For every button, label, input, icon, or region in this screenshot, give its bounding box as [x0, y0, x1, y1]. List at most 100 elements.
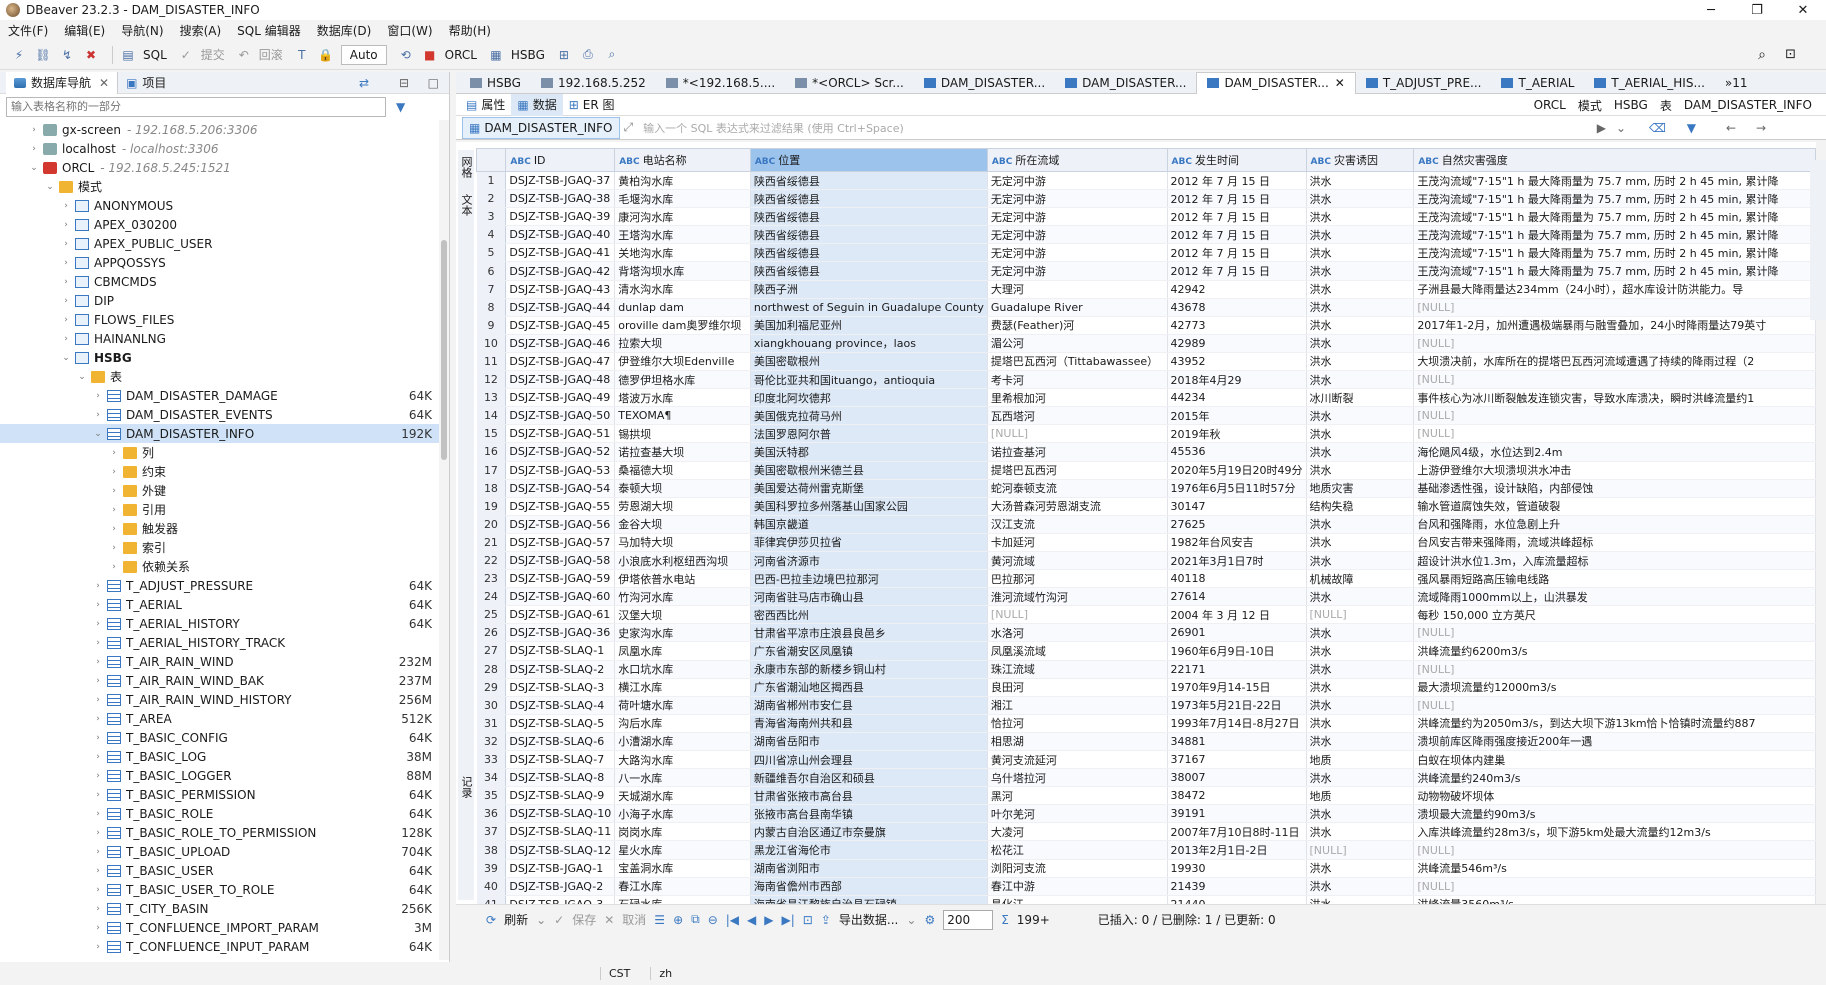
table-cell[interactable]: [NULL]	[1413, 877, 1816, 896]
table-row[interactable]: 8 DSJZ-TSB-JGAQ-44 dunlap dam northwest of …	[476, 298, 1816, 317]
menu-item[interactable]: 编辑(E)	[64, 22, 105, 39]
cancel-button[interactable]: 取消	[622, 911, 646, 928]
tree-node[interactable]: › APEX_030200	[0, 215, 440, 234]
table-cell[interactable]: 上游伊登维尔大坝溃坝洪水冲击	[1413, 461, 1816, 480]
table-cell[interactable]: 白蚁在坝体内建巢	[1413, 750, 1816, 770]
table-cell[interactable]: 无定河中游	[987, 207, 1168, 227]
tree-node[interactable]: › T_AERIAL_HISTORY 64K	[0, 614, 440, 633]
navigator-scrollbar[interactable]	[439, 120, 449, 960]
table-cell[interactable]: 基础渗透性强，设计缺陷，内部侵蚀	[1413, 479, 1816, 498]
expand-arrow-icon[interactable]: ⌄	[92, 429, 104, 439]
expand-arrow-icon[interactable]: ⌄	[76, 372, 88, 382]
table-cell[interactable]: DSJZ-TSB-JGAQ-43	[505, 280, 616, 299]
table-cell[interactable]: Guadalupe River	[987, 298, 1168, 317]
table-cell[interactable]: 新疆维吾尔自治区和硕县	[750, 768, 988, 788]
table-cell[interactable]: 湖南省岳阳市	[750, 732, 988, 752]
tree-node[interactable]: › T_AREA 512K	[0, 709, 440, 728]
tree-node[interactable]: › DAM_DISASTER_DAMAGE 64K	[0, 386, 440, 405]
table-row[interactable]: 12 DSJZ-TSB-JGAQ-48 德罗伊坦格水库 哥伦比亚共和国ituango，…	[476, 370, 1816, 390]
table-cell[interactable]: [NULL]	[1413, 623, 1816, 643]
cancel-connect-icon[interactable]: ✖	[82, 46, 100, 64]
record-view-tab[interactable]: 记录	[458, 776, 474, 798]
row-number[interactable]: 10	[476, 334, 507, 353]
tree-node[interactable]: › T_BASIC_UPLOAD 704K	[0, 842, 440, 861]
table-cell[interactable]: DSJZ-TSB-JGAQ-39	[505, 207, 616, 227]
editor-tab[interactable]: T_AERIAL_HIS...	[1584, 72, 1715, 94]
rollback-button[interactable]: 回滚	[259, 46, 283, 63]
table-cell[interactable]: [NULL]	[1413, 424, 1816, 444]
editor-tab[interactable]: T_AERIAL	[1491, 72, 1584, 94]
row-number[interactable]: 35	[476, 786, 507, 806]
table-cell[interactable]: 王塔沟水库	[614, 225, 751, 245]
expand-arrow-icon[interactable]: ›	[92, 695, 104, 705]
row-number[interactable]: 36	[476, 804, 507, 824]
expand-arrow-icon[interactable]: ›	[92, 866, 104, 876]
table-cell[interactable]: DSJZ-TSB-JGAQ-40	[505, 225, 616, 245]
menu-item[interactable]: SQL 编辑器	[237, 22, 301, 39]
table-cell[interactable]: 良田河	[987, 678, 1168, 697]
next-page-icon[interactable]: ▶	[764, 913, 773, 927]
table-cell[interactable]: DSJZ-TSB-JGAQ-49	[505, 388, 616, 408]
table-cell[interactable]: 洪峰流量约6200m3/s	[1413, 641, 1816, 661]
table-row[interactable]: 3 DSJZ-TSB-JGAQ-39 康河沟水库 陕西省绥德县 无定河中游 2012 年 …	[476, 207, 1816, 227]
expand-arrow-icon[interactable]: ›	[60, 315, 72, 325]
expand-arrow-icon[interactable]: ›	[92, 790, 104, 800]
fetch-all-icon[interactable]: ⊡	[803, 913, 813, 927]
table-cell[interactable]: 2012 年 7 月 15 日	[1167, 207, 1307, 227]
table-cell[interactable]: 地质	[1306, 786, 1415, 806]
table-cell[interactable]: 菲律宾伊莎贝拉省	[750, 533, 988, 552]
table-cell[interactable]: 1993年7月14日-8月27日	[1167, 714, 1307, 733]
tree-node[interactable]: › T_CONFLUENCE_INPUT_PARAM 64K	[0, 937, 440, 956]
table-cell[interactable]: 星火水库	[614, 840, 751, 860]
table-row[interactable]: 1 DSJZ-TSB-JGAQ-37 黄柏沟水库 陕西省绥德县 无定河中游 2012 年 …	[476, 171, 1816, 191]
expand-arrow-icon[interactable]: ›	[92, 885, 104, 895]
row-number[interactable]: 15	[476, 424, 507, 444]
table-cell[interactable]: 洪水	[1306, 243, 1415, 263]
connect-icon[interactable]: ⚡	[10, 46, 28, 64]
table-cell[interactable]: [NULL]	[987, 424, 1168, 444]
table-cell[interactable]: 无定河中游	[987, 225, 1168, 245]
expand-arrow-icon[interactable]: ›	[92, 904, 104, 914]
table-cell[interactable]: 2012 年 7 月 15 日	[1167, 225, 1307, 245]
editor-tab[interactable]: HSBG	[460, 72, 531, 94]
table-cell[interactable]: 王茂沟流域"7·15"1 h 最大降雨量为 75.7 mm, 历时 2 h 45…	[1413, 171, 1816, 191]
tree-node[interactable]: › gx-screen - 192.168.5.206:3306	[0, 120, 440, 139]
table-cell[interactable]: [NULL]	[1413, 370, 1816, 390]
table-row[interactable]: 11 DSJZ-TSB-JGAQ-47 伊登维尔大坝Edenville 美国密歇根州 提…	[476, 352, 1816, 372]
table-cell[interactable]: 地质	[1306, 750, 1415, 770]
table-cell[interactable]: 42942	[1167, 280, 1307, 299]
table-cell[interactable]: 王茂沟流域"7·15"1 h 最大降雨量为 75.7 mm, 历时 2 h 45…	[1413, 189, 1816, 209]
table-cell[interactable]: 2013年2月1日-2日	[1167, 840, 1307, 860]
table-cell[interactable]: 无定河中游	[987, 189, 1168, 209]
row-number[interactable]: 29	[476, 678, 507, 697]
menu-item[interactable]: 窗口(W)	[387, 22, 432, 39]
tree-node[interactable]: › FLOWS_FILES	[0, 310, 440, 329]
row-number[interactable]: 14	[476, 406, 507, 426]
table-cell[interactable]: 韩国京畿道	[750, 515, 988, 534]
expand-arrow-icon[interactable]: ›	[60, 258, 72, 268]
table-cell[interactable]: 洪水	[1306, 207, 1415, 227]
maximize-icon[interactable]: □	[428, 76, 439, 90]
table-row[interactable]: 39 DSJZ-TSB-JGAQ-1 宝盖洞水库 湖南省浏阳市 浏阳河支流 19930 洪水…	[476, 859, 1816, 878]
row-number[interactable]: 19	[476, 497, 507, 516]
editor-tab[interactable]: »11	[1715, 72, 1758, 94]
table-cell[interactable]: DSJZ-TSB-SLAQ-7	[505, 750, 616, 770]
first-page-icon[interactable]: |◀	[726, 913, 739, 927]
table-cell[interactable]: 大汤普森河劳恩湖支流	[987, 497, 1168, 516]
expand-arrow-icon[interactable]: ›	[60, 239, 72, 249]
minimize-icon[interactable]: ─	[1688, 0, 1734, 20]
table-cell[interactable]: DSJZ-TSB-SLAQ-11	[505, 822, 616, 842]
funnel-icon[interactable]: ▼	[1687, 121, 1696, 135]
table-cell[interactable]: 马加特大坝	[614, 533, 751, 552]
table-cell[interactable]: 广东省潮安区凤凰镇	[750, 641, 988, 661]
table-cell[interactable]: 39191	[1167, 804, 1307, 824]
expand-arrow-icon[interactable]: ›	[108, 524, 120, 534]
table-cell[interactable]: 蛇河泰顿支流	[987, 479, 1168, 498]
row-number[interactable]: 31	[476, 714, 507, 733]
tree-node[interactable]: › APPQOSSYS	[0, 253, 440, 272]
table-cell[interactable]: 里希根加河	[987, 388, 1168, 408]
expand-arrow-icon[interactable]: ›	[108, 486, 120, 496]
transaction-mode-icon[interactable]: T	[293, 46, 311, 64]
table-cell[interactable]: 37167	[1167, 750, 1307, 770]
table-cell[interactable]: DSJZ-TSB-JGAQ-44	[505, 298, 616, 317]
